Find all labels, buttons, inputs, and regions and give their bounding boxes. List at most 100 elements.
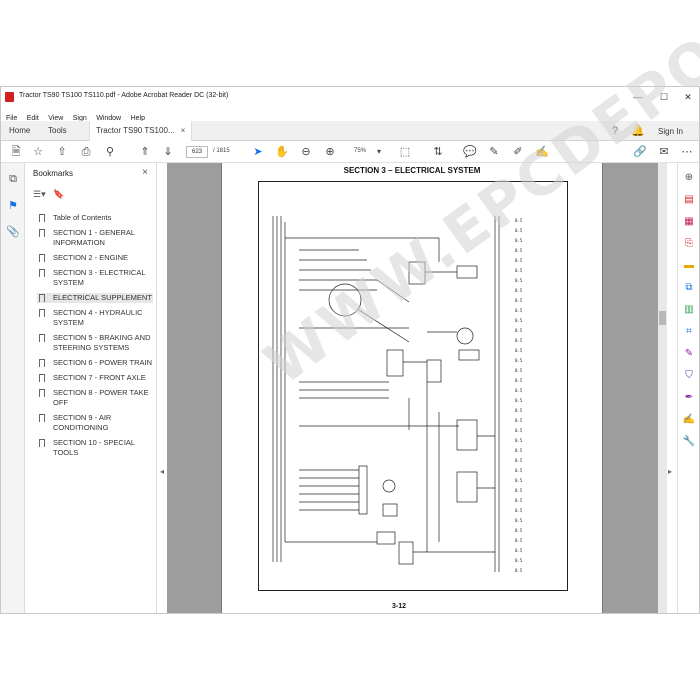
page-total: / 1815 — [213, 148, 230, 154]
bookmark-item[interactable]: SECTION 2 - ENGINE — [37, 253, 153, 263]
svg-text:0.5: 0.5 — [515, 508, 523, 513]
bookmark-label: ELECTRICAL SUPPLEMENT — [53, 293, 152, 302]
bookmark-icon — [39, 294, 45, 302]
attachments-icon[interactable]: 📎 — [6, 225, 20, 239]
svg-text:0.5: 0.5 — [515, 558, 523, 563]
svg-text:0.5: 0.5 — [515, 478, 523, 483]
bookmark-label: SECTION 9 - AIR CONDITIONING — [53, 413, 112, 432]
chevron-down-icon[interactable]: ▾ — [372, 145, 386, 159]
svg-text:0.5: 0.5 — [515, 468, 523, 473]
bookmark-label: SECTION 4 - HYDRAULIC SYSTEM — [53, 308, 143, 327]
fit-page-icon[interactable]: ⬚ — [398, 145, 412, 159]
organize-pages-icon[interactable]: ▦ — [682, 215, 696, 229]
svg-text:0.5: 0.5 — [515, 338, 523, 343]
scan-ocr-icon[interactable]: ⌗ — [682, 325, 696, 339]
acrobat-app-icon — [5, 92, 14, 102]
svg-text:0.5: 0.5 — [515, 268, 523, 273]
expand-right-panel-icon[interactable]: ▸ — [668, 467, 672, 476]
pdf-page: SECTION 3 – ELECTRICAL SYSTEM 0.5 0.5 0.… — [221, 0, 700, 613]
scrollbar-thumb[interactable] — [659, 311, 666, 325]
zoom-level-select[interactable]: 75% — [354, 148, 366, 154]
protect-icon[interactable]: ⛉ — [682, 369, 696, 383]
scroll-mode-icon[interactable]: ⇅ — [431, 145, 445, 159]
svg-text:0.5: 0.5 — [515, 568, 523, 573]
svg-text:0.5: 0.5 — [515, 378, 523, 383]
document-area[interactable]: SECTION 3 – ELECTRICAL SYSTEM 0.5 0.5 0.… — [167, 0, 700, 613]
close-tab-icon[interactable]: × — [181, 126, 186, 135]
tab-document-label: Tractor TS90 TS100... — [96, 126, 175, 135]
page-number-input[interactable]: 623 — [186, 146, 208, 158]
bookmarks-title: Bookmarks — [33, 169, 74, 178]
zoom-in-icon[interactable]: ⊕ — [323, 145, 337, 159]
svg-text:0.5: 0.5 — [515, 358, 523, 363]
page-thumbnails-icon[interactable]: ⧉ — [6, 173, 20, 187]
bookmark-label: SECTION 7 - FRONT AXLE — [53, 373, 146, 382]
fill-sign-tool-icon[interactable]: ✎ — [682, 347, 696, 361]
comment-tool-icon[interactable]: ▬ — [682, 259, 696, 273]
more-tools-icon[interactable]: ⋯ — [680, 145, 694, 159]
bookmark-label: SECTION 10 - SPECIAL TOOLS — [53, 438, 135, 457]
create-pdf-icon[interactable]: ▤ — [682, 193, 696, 207]
select-cursor-icon[interactable]: ➤ — [251, 145, 265, 159]
svg-text:0.5: 0.5 — [515, 438, 523, 443]
page-footer-number: 3-12 — [392, 603, 407, 610]
bookmark-label: SECTION 6 - POWER TRAIN — [53, 358, 153, 367]
print-icon[interactable]: ⎙ — [79, 145, 93, 159]
save-icon[interactable]: 🗎 — [9, 145, 23, 159]
bookmark-item[interactable]: ELECTRICAL SUPPLEMENT — [37, 293, 153, 303]
left-nav-rail: ⧉ ⚑ 📎 — [1, 163, 25, 613]
export-pdf-icon[interactable]: ⎘ — [682, 237, 696, 251]
bookmark-item[interactable]: SECTION 8 - POWER TAKE OFF — [37, 388, 153, 408]
svg-text:0.5: 0.5 — [515, 548, 523, 553]
bookmark-options-icon[interactable]: ☰▾ 🔖 — [33, 189, 64, 200]
bookmark-item[interactable]: SECTION 5 - BRAKING AND STEERING SYSTEMS — [37, 333, 153, 353]
tab-home[interactable]: Home — [9, 121, 30, 141]
svg-text:0.5: 0.5 — [515, 448, 523, 453]
close-panel-icon[interactable]: × — [142, 167, 148, 178]
zoom-search-icon[interactable]: ⊕ — [682, 171, 696, 185]
request-signature-icon[interactable]: ✍ — [682, 413, 696, 427]
upload-icon[interactable]: ⇧ — [55, 145, 69, 159]
bookmark-item[interactable]: SECTION 4 - HYDRAULIC SYSTEM — [37, 308, 153, 328]
next-page-icon[interactable]: ⇓ — [161, 145, 175, 159]
svg-text:0.5: 0.5 — [515, 528, 523, 533]
bookmark-icon — [39, 269, 45, 277]
zoom-out-icon[interactable]: ⊖ — [299, 145, 313, 159]
svg-text:0.5: 0.5 — [515, 518, 523, 523]
svg-text:0.5: 0.5 — [515, 458, 523, 463]
find-icon[interactable]: ⚲ — [103, 145, 117, 159]
bookmark-star-icon[interactable]: ☆ — [31, 145, 45, 159]
bookmark-item[interactable]: SECTION 9 - AIR CONDITIONING — [37, 413, 153, 433]
svg-text:0.5: 0.5 — [515, 278, 523, 283]
svg-text:0.5: 0.5 — [515, 418, 523, 423]
tab-document[interactable]: Tractor TS90 TS100... × — [89, 121, 193, 141]
tab-tools[interactable]: Tools — [48, 121, 67, 141]
acrobat-window: Tractor TS90 TS100 TS110.pdf - Adobe Acr… — [0, 0, 700, 614]
bookmark-label: SECTION 8 - POWER TAKE OFF — [53, 388, 149, 407]
bookmark-item[interactable]: Table of Contents — [37, 213, 153, 223]
bookmark-item[interactable]: SECTION 10 - SPECIAL TOOLS — [37, 438, 153, 458]
combine-files-icon[interactable]: ⧉ — [682, 281, 696, 295]
collapse-panel-icon[interactable]: ◂ — [160, 467, 164, 476]
send-for-signature-icon[interactable]: ✒ — [682, 391, 696, 405]
svg-text:0.5: 0.5 — [515, 368, 523, 373]
bookmark-item[interactable]: SECTION 6 - POWER TRAIN — [37, 358, 153, 368]
tools-rail: ⊕ ▤ ▦ ⎘ ▬ ⧉ ▥ ⌗ ✎ ⛉ ✒ ✍ 🔧 — [677, 163, 699, 613]
svg-text:0.5: 0.5 — [515, 388, 523, 393]
bookmark-list: Table of Contents SECTION 1 - GENERAL INF… — [37, 213, 153, 463]
comment-icon[interactable]: 💬 — [463, 145, 477, 159]
highlight-pen-icon[interactable]: ✎ — [487, 145, 501, 159]
svg-text:0.5: 0.5 — [515, 298, 523, 303]
svg-text:0.5: 0.5 — [515, 288, 523, 293]
more-tools-wrench-icon[interactable]: 🔧 — [682, 435, 696, 449]
bookmark-item[interactable]: SECTION 3 - ELECTRICAL SYSTEM — [37, 268, 153, 288]
bookmark-label: Table of Contents — [53, 213, 112, 222]
bookmark-item[interactable]: SECTION 7 - FRONT AXLE — [37, 373, 153, 383]
vertical-scrollbar[interactable] — [658, 163, 667, 613]
bookmark-item[interactable]: SECTION 1 - GENERAL INFORMATION — [37, 228, 153, 248]
edit-pdf-icon[interactable]: ▥ — [682, 303, 696, 317]
email-icon[interactable]: ✉ — [657, 145, 671, 159]
previous-page-icon[interactable]: ⇑ — [138, 145, 152, 159]
hand-tool-icon[interactable]: ✋ — [275, 145, 289, 159]
bookmarks-panel-icon[interactable]: ⚑ — [6, 199, 20, 213]
